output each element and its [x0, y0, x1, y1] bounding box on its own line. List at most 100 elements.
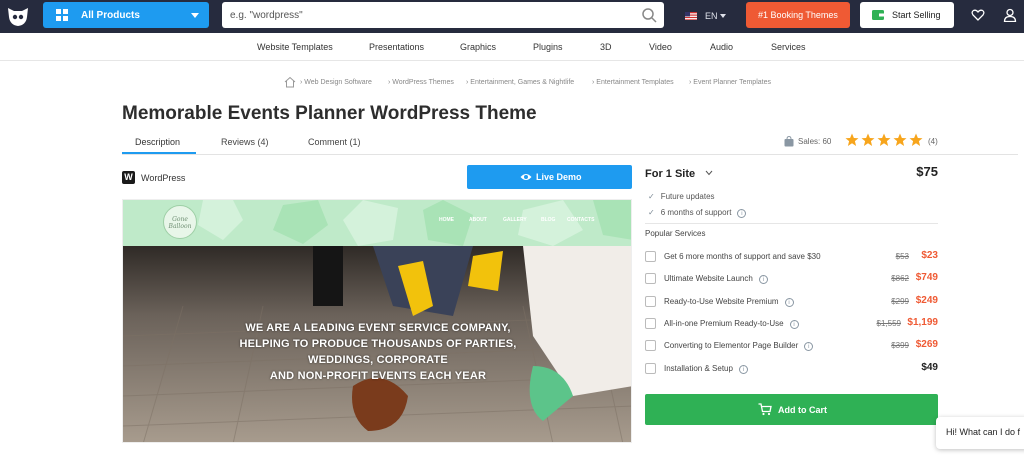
add-to-cart-button[interactable]: Add to Cart [645, 394, 938, 425]
start-selling-button[interactable]: Start Selling [860, 2, 954, 28]
us-flag-icon [685, 12, 697, 20]
eye-icon [520, 174, 532, 180]
templatemonster-logo-icon[interactable] [6, 5, 30, 27]
chat-widget[interactable]: Hi! What can I do f [936, 417, 1024, 449]
heart-icon[interactable] [971, 8, 985, 22]
live-demo-label: Live Demo [536, 172, 582, 182]
preview-headline: WE ARE A LEADING EVENT SERVICE COMPANY, … [239, 322, 517, 382]
all-products-button[interactable]: All Products [43, 2, 209, 28]
service-label: All-in-one Premium Ready-to-Use [664, 319, 784, 328]
service-option[interactable]: Installation & Setup i $49 [645, 362, 938, 376]
tab-reviews[interactable]: Reviews (4) [221, 137, 269, 147]
nav-audio[interactable]: Audio [710, 42, 733, 52]
preview-logo: Gone Balloon [163, 205, 197, 239]
info-icon[interactable]: i [738, 365, 748, 374]
nav-3d[interactable]: 3D [600, 42, 612, 52]
info-icon[interactable]: i [804, 342, 814, 351]
search-icon[interactable] [641, 7, 657, 23]
live-demo-button[interactable]: Live Demo [467, 165, 632, 189]
tab-comment[interactable]: Comment (1) [308, 137, 361, 147]
service-label: Ready-to-Use Website Premium [664, 297, 779, 306]
service-price: $23 [921, 250, 938, 261]
nav-website-templates[interactable]: Website Templates [257, 42, 333, 52]
service-label: Ultimate Website Launch [664, 274, 753, 283]
review-count[interactable]: (4) [928, 137, 938, 146]
chat-message: Hi! What can I do f [946, 427, 1021, 437]
preview-nav-item: ABOUT [469, 217, 487, 223]
service-checkbox[interactable] [645, 251, 656, 262]
top-bar: All Products EN #1 Booking Themes Start … [0, 0, 1024, 33]
service-option[interactable]: Ready-to-Use Website Premium i $299 $249 [645, 295, 938, 309]
service-old-price: $862 [891, 274, 909, 283]
preview-nav-item: GALLERY [503, 217, 527, 223]
language-selector[interactable]: EN [685, 10, 731, 22]
nav-services[interactable]: Services [771, 42, 806, 52]
breadcrumb-link[interactable]: › Entertainment, Games & Nightlife [466, 79, 574, 86]
service-checkbox[interactable] [645, 318, 656, 329]
service-label: Installation & Setup [664, 364, 733, 373]
page-title: Memorable Events Planner WordPress Theme [122, 103, 537, 124]
service-label: Converting to Elementor Page Builder [664, 341, 799, 350]
wordpress-icon: W [122, 171, 135, 184]
wallet-icon [872, 10, 884, 20]
nav-presentations[interactable]: Presentations [369, 42, 424, 52]
breadcrumb-link[interactable]: › Event Planner Templates [689, 79, 771, 86]
service-price: $749 [915, 272, 938, 283]
preview-pattern [198, 200, 631, 246]
platform-label: WordPress [141, 173, 186, 183]
star-icon [861, 133, 875, 146]
nav-graphics[interactable]: Graphics [460, 42, 496, 52]
grid-icon [56, 9, 68, 21]
feature-item: ✓ Future updates [648, 192, 715, 201]
info-icon[interactable]: i [784, 298, 794, 307]
service-checkbox[interactable] [645, 273, 656, 284]
license-selector[interactable]: For 1 Site [645, 168, 713, 180]
breadcrumb-link[interactable]: › WordPress Themes [388, 79, 454, 86]
divider [645, 223, 938, 224]
active-tab-indicator [122, 152, 196, 154]
search-input[interactable] [230, 7, 630, 23]
info-icon[interactable]: i [758, 275, 768, 284]
language-code: EN [705, 11, 718, 21]
nav-plugins[interactable]: Plugins [533, 42, 563, 52]
preview-header: Gone Balloon HOME ABOUT GALLERY BLOG CON… [123, 200, 631, 246]
license-price: $75 [916, 164, 938, 179]
service-old-price: $399 [891, 341, 909, 350]
service-old-price: $299 [891, 297, 909, 306]
category-nav: Website Templates Presentations Graphics… [0, 33, 1024, 61]
search-bar [222, 2, 664, 28]
feature-item: ✓ 6 months of support i [648, 208, 747, 218]
shopping-bag-icon [784, 136, 794, 147]
service-option[interactable]: Ultimate Website Launch i $862 $749 [645, 272, 938, 286]
preview-nav-item: HOME [439, 217, 454, 223]
user-icon[interactable] [1003, 8, 1017, 22]
service-option[interactable]: Converting to Elementor Page Builder i $3… [645, 339, 938, 353]
license-label: For 1 Site [645, 168, 696, 180]
service-option[interactable]: Get 6 more months of support and save $3… [645, 250, 938, 264]
service-checkbox[interactable] [645, 296, 656, 307]
service-option[interactable]: All-in-one Premium Ready-to-Use i $1,559 … [645, 317, 938, 331]
service-price: $269 [915, 339, 938, 350]
popular-services-title: Popular Services [645, 229, 706, 238]
info-icon[interactable]: i [789, 320, 799, 329]
start-selling-label: Start Selling [892, 10, 941, 20]
breadcrumb-link[interactable]: › Entertainment Templates [592, 79, 674, 86]
rating-stars[interactable] [845, 133, 925, 149]
service-checkbox[interactable] [645, 363, 656, 374]
home-icon[interactable] [284, 76, 296, 88]
breadcrumb-link[interactable]: › Web Design Software [300, 79, 372, 86]
add-to-cart-label: Add to Cart [778, 405, 827, 415]
booking-themes-button[interactable]: #1 Booking Themes [746, 2, 850, 28]
nav-video[interactable]: Video [649, 42, 672, 52]
service-price: $1,199 [907, 317, 938, 328]
theme-preview-image[interactable]: Gone Balloon HOME ABOUT GALLERY BLOG CON… [122, 199, 632, 443]
check-icon: ✓ [648, 192, 655, 201]
product-tabs: Description Reviews (4) Comment (1) Sale… [122, 130, 1018, 155]
service-checkbox[interactable] [645, 340, 656, 351]
info-icon[interactable]: i [737, 209, 747, 218]
chevron-down-icon [720, 14, 726, 18]
service-label: Get 6 more months of support and save $3… [664, 252, 821, 261]
preview-nav-item: CONTACTS [567, 217, 595, 223]
all-products-label: All Products [81, 10, 140, 21]
tab-description[interactable]: Description [135, 137, 180, 147]
